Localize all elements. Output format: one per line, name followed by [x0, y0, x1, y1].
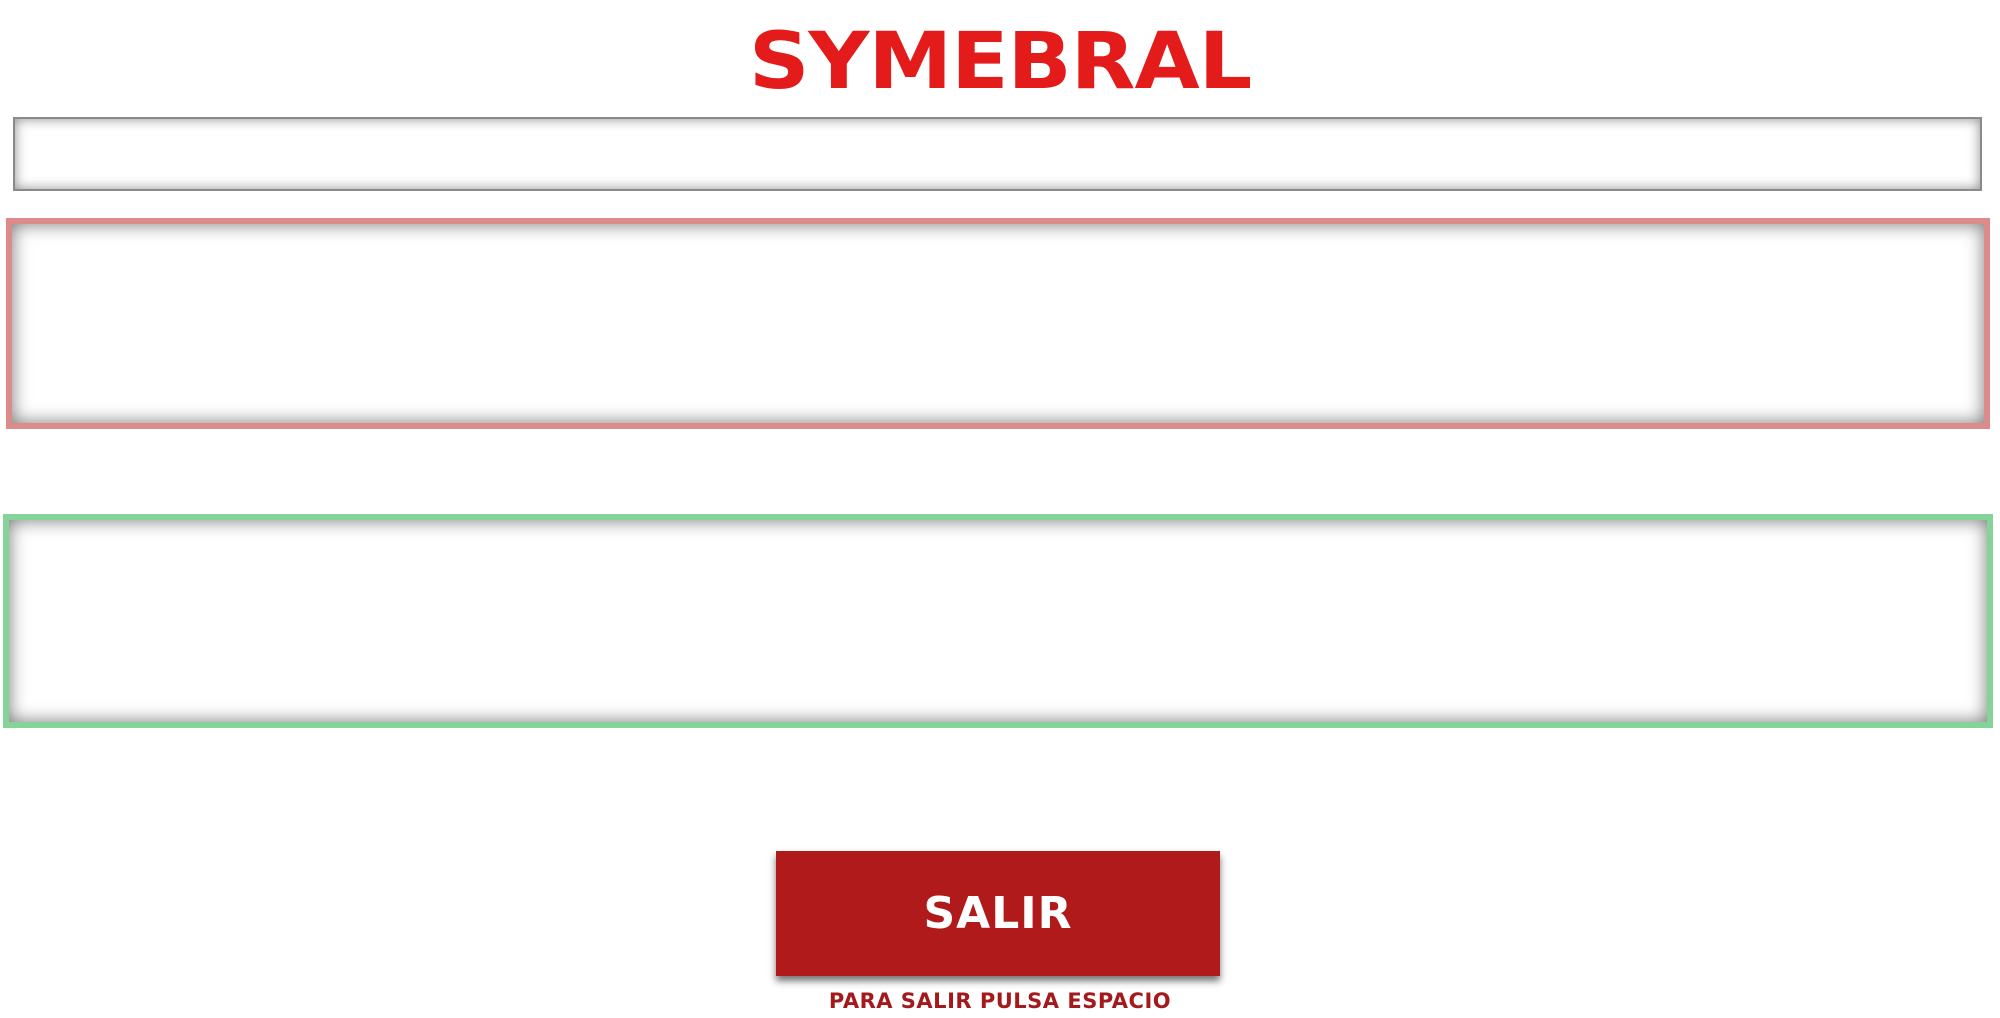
- answer-input[interactable]: [13, 117, 1982, 191]
- exit-hint-text: PARA SALIR PULSA ESPACIO: [828, 989, 1172, 1013]
- correct-answers-panel: [3, 514, 1993, 728]
- app-logo: SYMEBRAL: [748, 17, 1252, 107]
- exit-button[interactable]: SALIR: [776, 851, 1220, 976]
- incorrect-answers-panel: [6, 218, 1990, 429]
